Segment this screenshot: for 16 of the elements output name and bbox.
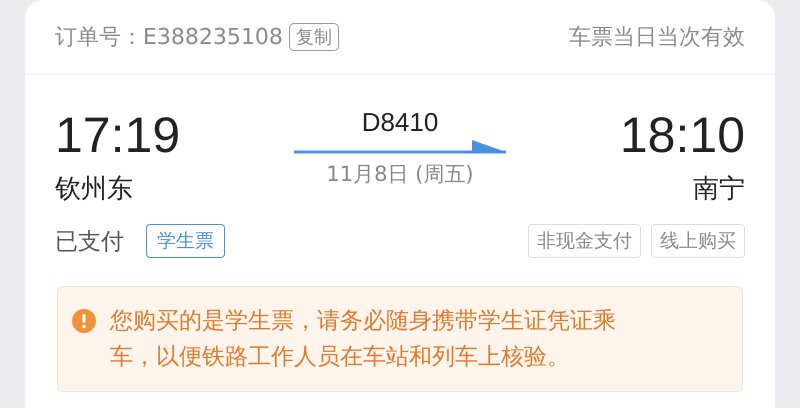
train-number: D8410 [362,107,438,138]
copy-button[interactable]: 复制 [288,23,339,51]
warning-icon [72,309,96,333]
arrow-icon [294,140,506,154]
validity-note: 车票当日当次有效 [569,24,745,52]
payment-status: 已支付 [55,228,124,256]
info-tag: 非现金支付 [528,224,641,258]
info-tag: 线上购买 [651,224,745,258]
travel-date: 11月8日 (周五) [326,161,474,188]
notice-text: 您购买的是学生票，请务必随身携带学生证凭证乘车，以便铁路工作人员在车站和列车上核验。 [110,307,617,372]
arrival-station: 南宁 [693,173,745,206]
departure-time: 17:19 [55,106,180,165]
departure-station: 钦州东 [55,173,134,206]
order-number: 订单号：E388235108 [55,24,283,52]
ticket-type-tag: 学生票 [146,224,225,258]
arrival-time: 18:10 [620,106,745,165]
